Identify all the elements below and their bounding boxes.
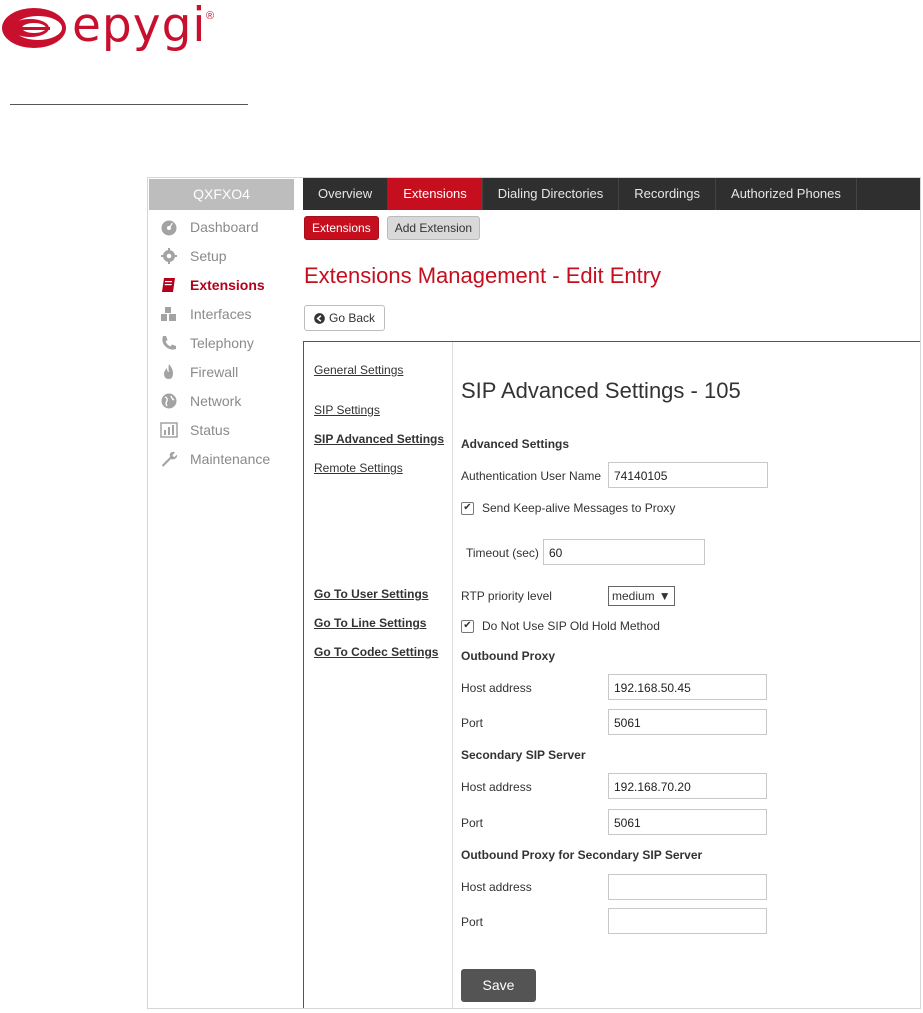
timeout-label: Timeout (sec) xyxy=(466,546,539,560)
secondary-port-input[interactable]: 5061 xyxy=(608,809,767,835)
secondary-port-label: Port xyxy=(461,816,484,830)
timeout-input[interactable]: 60 xyxy=(543,539,705,565)
link-sip-advanced-settings[interactable]: SIP Advanced Settings xyxy=(314,432,444,446)
keepalive-row: ✔ Send Keep-alive Messages to Proxy xyxy=(461,501,675,515)
outbound2-port-label: Port xyxy=(461,915,484,929)
outbound-host-label: Host address xyxy=(461,681,532,695)
outbound-host-input[interactable]: 192.168.50.45 xyxy=(608,674,767,700)
sidebar-item-label: Maintenance xyxy=(190,450,271,467)
sidebar-item-label: Status xyxy=(190,421,230,438)
rtp-priority-value: medium xyxy=(612,589,655,603)
network-nodes-icon xyxy=(161,306,176,321)
go-back-button[interactable]: Go Back xyxy=(304,305,386,331)
auth-user-label: Authentication User Name xyxy=(461,469,602,483)
old-hold-row: ✔ Do Not Use SIP Old Hold Method xyxy=(461,619,660,633)
tab-overview[interactable]: Overview xyxy=(303,178,389,210)
auth-user-input[interactable]: 74140105 xyxy=(608,462,768,488)
device-title: QXFXO4 xyxy=(149,179,294,210)
epygi-logo-icon xyxy=(2,8,66,48)
dropdown-arrow-icon: ▼ xyxy=(658,589,671,603)
side-nav: Dashboard Setup Extensions Interfaces Te… xyxy=(148,212,303,473)
sidebar-item-setup[interactable]: Setup xyxy=(148,241,303,270)
old-hold-checkbox[interactable]: ✔ xyxy=(461,619,474,633)
app-window: QXFXO4 Dashboard Setup Extensions Interf… xyxy=(147,177,921,1009)
sidebar-item-firewall[interactable]: Firewall xyxy=(148,357,303,386)
outbound2-host-input[interactable] xyxy=(608,874,767,900)
sidebar-item-network[interactable]: Network xyxy=(148,386,303,415)
sidebar-item-status[interactable]: Status xyxy=(148,415,303,444)
add-extension-button[interactable]: Add Extension xyxy=(386,216,481,240)
outbound-proxy-heading: Outbound Proxy xyxy=(461,649,555,663)
sidebar-item-maintenance[interactable]: Maintenance xyxy=(148,444,303,473)
sidebar-item-label: Interfaces xyxy=(190,305,252,322)
sidebar: QXFXO4 Dashboard Setup Extensions Interf… xyxy=(148,178,303,1008)
outbound-proxy-secondary-heading: Outbound Proxy for Secondary SIP Server xyxy=(461,848,703,862)
registered-mark: ® xyxy=(206,10,215,22)
sidebar-item-label: Firewall xyxy=(190,363,239,380)
outbound2-port-input[interactable] xyxy=(608,908,767,934)
tab-extensions[interactable]: Extensions xyxy=(388,178,483,210)
save-button[interactable]: Save xyxy=(461,969,536,1002)
settings-links: General Settings SIP Settings SIP Advanc… xyxy=(304,342,453,1008)
link-go-to-codec-settings[interactable]: Go To Codec Settings xyxy=(314,645,438,659)
section-title: SIP Advanced Settings - 105 xyxy=(461,378,741,403)
old-hold-label: Do Not Use SIP Old Hold Method xyxy=(482,619,660,633)
secondary-host-label: Host address xyxy=(461,780,532,794)
sidebar-item-extensions[interactable]: Extensions xyxy=(148,270,303,299)
page-title: Extensions Management - Edit Entry xyxy=(304,263,662,288)
sidebar-item-dashboard[interactable]: Dashboard xyxy=(148,212,303,241)
link-go-to-line-settings[interactable]: Go To Line Settings xyxy=(314,616,426,630)
wrench-icon xyxy=(162,451,178,467)
sidebar-item-telephony[interactable]: Telephony xyxy=(148,328,303,357)
main-area: Overview Extensions Dialing Directories … xyxy=(303,178,920,1008)
globe-icon xyxy=(161,393,177,408)
advanced-settings-heading: Advanced Settings xyxy=(461,437,570,451)
sip-advanced-form: SIP Advanced Settings - 105 Advanced Set… xyxy=(461,342,920,1008)
header-divider xyxy=(10,104,248,105)
tab-dialing-directories[interactable]: Dialing Directories xyxy=(483,178,620,210)
outbound-port-input[interactable]: 5061 xyxy=(608,709,767,735)
extensions-subtab-button[interactable]: Extensions xyxy=(304,216,379,240)
phone-icon xyxy=(162,335,176,350)
book-icon xyxy=(162,277,175,292)
sidebar-item-label: Network xyxy=(190,392,242,409)
arrow-left-circle-icon xyxy=(314,312,325,324)
keepalive-checkbox[interactable]: ✔ xyxy=(461,501,474,515)
dashboard-icon xyxy=(161,220,177,235)
fire-icon xyxy=(164,363,173,379)
top-nav: Overview Extensions Dialing Directories … xyxy=(303,178,920,210)
link-general-settings[interactable]: General Settings xyxy=(314,363,403,377)
link-go-to-user-settings[interactable]: Go To User Settings xyxy=(314,587,428,601)
go-back-label: Go Back xyxy=(329,311,376,325)
rtp-priority-label: RTP priority level xyxy=(461,589,552,603)
content-frame: General Settings SIP Settings SIP Advanc… xyxy=(303,341,920,1008)
tab-recordings[interactable]: Recordings xyxy=(619,178,717,210)
gear-icon xyxy=(161,247,177,264)
sidebar-item-label: Telephony xyxy=(190,334,254,351)
sidebar-item-interfaces[interactable]: Interfaces xyxy=(148,299,303,328)
link-remote-settings[interactable]: Remote Settings xyxy=(314,461,403,475)
tab-authorized-phones[interactable]: Authorized Phones xyxy=(716,178,857,210)
secondary-sip-heading: Secondary SIP Server xyxy=(461,748,586,762)
sub-nav: Extensions Add Extension xyxy=(303,216,920,240)
sidebar-item-label: Dashboard xyxy=(190,218,259,235)
bar-chart-icon xyxy=(160,421,178,438)
brand-name: epygi xyxy=(72,0,207,53)
secondary-host-input[interactable]: 192.168.70.20 xyxy=(608,773,767,799)
outbound2-host-label: Host address xyxy=(461,880,532,894)
brand-logo: epygi ® xyxy=(0,0,260,60)
sidebar-item-label: Extensions xyxy=(190,276,265,293)
outbound-port-label: Port xyxy=(461,716,484,730)
link-sip-settings[interactable]: SIP Settings xyxy=(314,403,380,417)
rtp-priority-select[interactable]: medium ▼ xyxy=(608,586,675,606)
keepalive-label: Send Keep-alive Messages to Proxy xyxy=(482,501,676,515)
sidebar-item-label: Setup xyxy=(190,247,227,264)
